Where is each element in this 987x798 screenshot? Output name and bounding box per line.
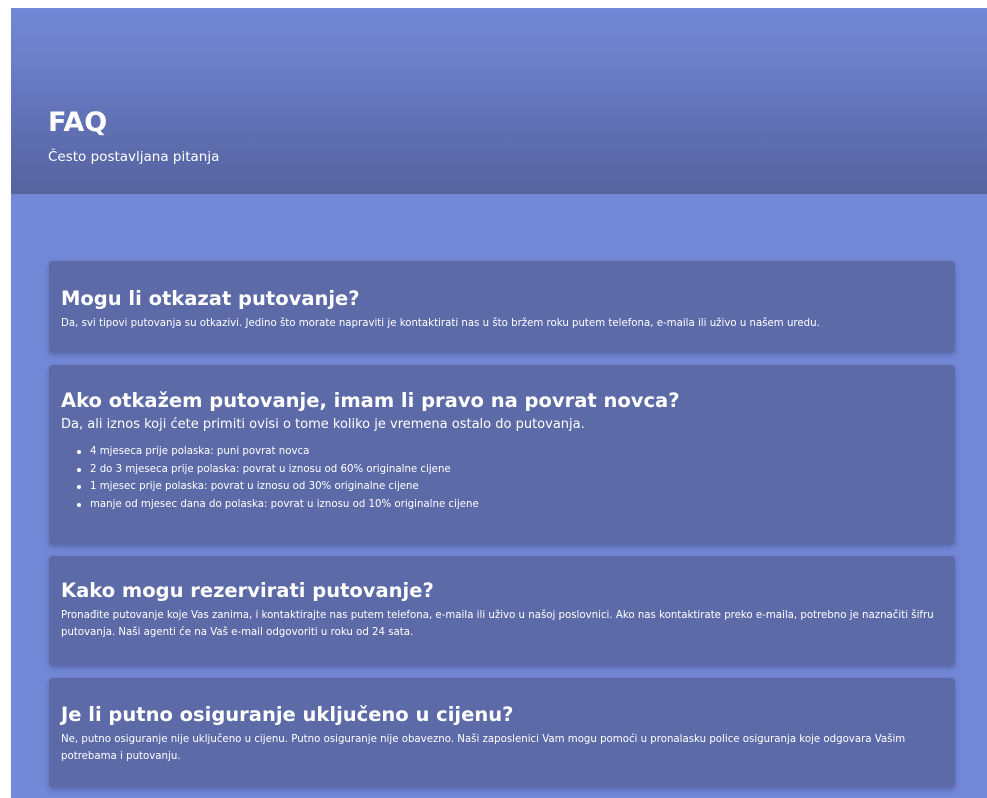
faq-question: Mogu li otkazat putovanje?	[61, 287, 360, 310]
faq-question: Je li putno osiguranje uključeno u cijen…	[61, 703, 514, 726]
faq-question: Kako mogu rezervirati putovanje?	[61, 579, 434, 602]
bullet-icon	[77, 467, 81, 472]
page-header: FAQ Često postavljana pitanja	[11, 8, 987, 194]
faq-answer: Da, ali iznos koji ćete primiti ovisi o …	[61, 417, 585, 432]
page: FAQ Često postavljana pitanja Mogu li ot…	[11, 8, 987, 798]
page-subtitle: Često postavljana pitanja	[48, 149, 220, 165]
bullet-icon	[77, 450, 81, 454]
bullet-icon	[77, 502, 81, 507]
faq-question: Ako otkažem putovanje, imam li pravo na …	[61, 389, 680, 412]
page-title: FAQ	[48, 107, 108, 138]
refund-list: 4 mjeseca prije polaska: puni povrat nov…	[61, 443, 943, 513]
list-item: 2 do 3 mjeseca prije polaska: povrat u i…	[77, 461, 943, 479]
bullet-icon	[77, 485, 81, 489]
list-item: 1 mjesec prije polaska: povrat u iznosu …	[77, 478, 943, 496]
faq-card-booking: Kako mogu rezervirati putovanje? Pronađi…	[49, 556, 955, 666]
faq-answer: Da, svi tipovi putovanja su otkazivi. Je…	[61, 318, 820, 329]
faq-answer: Pronađite putovanje koje Vas zanima, i k…	[61, 610, 934, 638]
faq-card-insurance: Je li putno osiguranje uključeno u cijen…	[49, 678, 955, 788]
list-item: 4 mjeseca prije polaska: puni povrat nov…	[77, 443, 943, 461]
faq-card-refund: Ako otkažem putovanje, imam li pravo na …	[49, 365, 955, 545]
faq-answer: Ne, putno osiguranje nije uključeno u ci…	[61, 734, 906, 762]
faq-card-cancel: Mogu li otkazat putovanje? Da, svi tipov…	[49, 261, 955, 353]
list-item: manje od mjesec dana do polaska: povrat …	[77, 496, 943, 514]
